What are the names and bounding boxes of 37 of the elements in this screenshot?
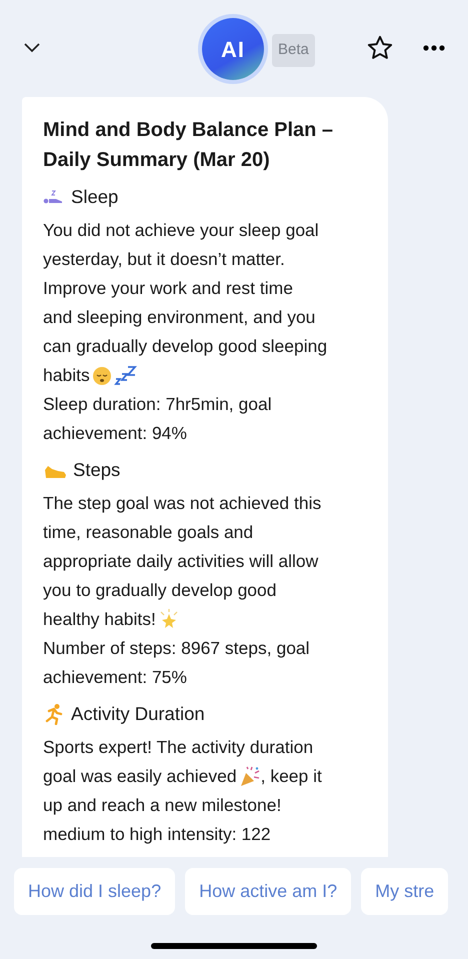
sleep-icon — [43, 188, 65, 206]
star-icon[interactable] — [366, 34, 394, 62]
suggestion-chip[interactable]: My stre — [361, 868, 448, 915]
section-heading: Activity Duration — [71, 702, 205, 726]
summary-text: The step goal was not achieved this — [43, 492, 322, 515]
suggestion-chip[interactable]: How did I sleep? — [14, 868, 176, 915]
summary-text: medium to high intensity: 122 — [43, 823, 271, 846]
summary-text: yesterday, but it doesn’t matter. — [43, 248, 285, 271]
summary-text: Sports expert! The activity duration — [43, 736, 314, 759]
summary-text: You did not achieve your sleep goal — [43, 219, 319, 242]
summary-text: habits — [43, 364, 90, 387]
party-popper-icon — [238, 766, 261, 788]
summary-text: , keep it — [260, 765, 322, 788]
summary-text: Sleep duration: 7hr5min, goal — [43, 393, 272, 416]
summary-text: healthy habits! — [43, 608, 156, 631]
suggestion-chip[interactable]: How active am I? — [185, 868, 352, 915]
summary-text: up and reach a new milestone! — [43, 794, 282, 817]
summary-text: Number of steps: 8967 steps, goal — [43, 637, 310, 660]
glowing-star-icon — [158, 608, 180, 630]
summary-text: appropriate daily activities will allow — [43, 550, 318, 573]
section-heading: Steps — [73, 458, 120, 482]
summary-text: time, reasonable goals and — [43, 521, 254, 544]
summary-text: achievement: 94% — [43, 422, 187, 445]
section-heading: Sleep — [71, 185, 118, 209]
runner-icon — [43, 703, 65, 725]
assistant-avatar: AI — [202, 18, 264, 80]
summary-text: you to gradually develop good — [43, 579, 277, 602]
zzz-icon — [114, 364, 138, 386]
summary-text: Improve your work and rest time — [43, 277, 293, 300]
summary-text: achievement: 75% — [43, 666, 187, 689]
summary-text: goal was easily achieved — [43, 765, 237, 788]
summary-title: Mind and Body Balance Plan – Daily Summary (Mar 20) — [43, 118, 334, 173]
more-icon[interactable] — [423, 44, 445, 52]
summary-text: and sleeping environment, and you — [43, 306, 316, 329]
sleepy-face-icon — [92, 366, 112, 386]
summary-text: can gradually develop good sleeping — [43, 335, 328, 358]
beta-label: Beta — [272, 34, 315, 66]
